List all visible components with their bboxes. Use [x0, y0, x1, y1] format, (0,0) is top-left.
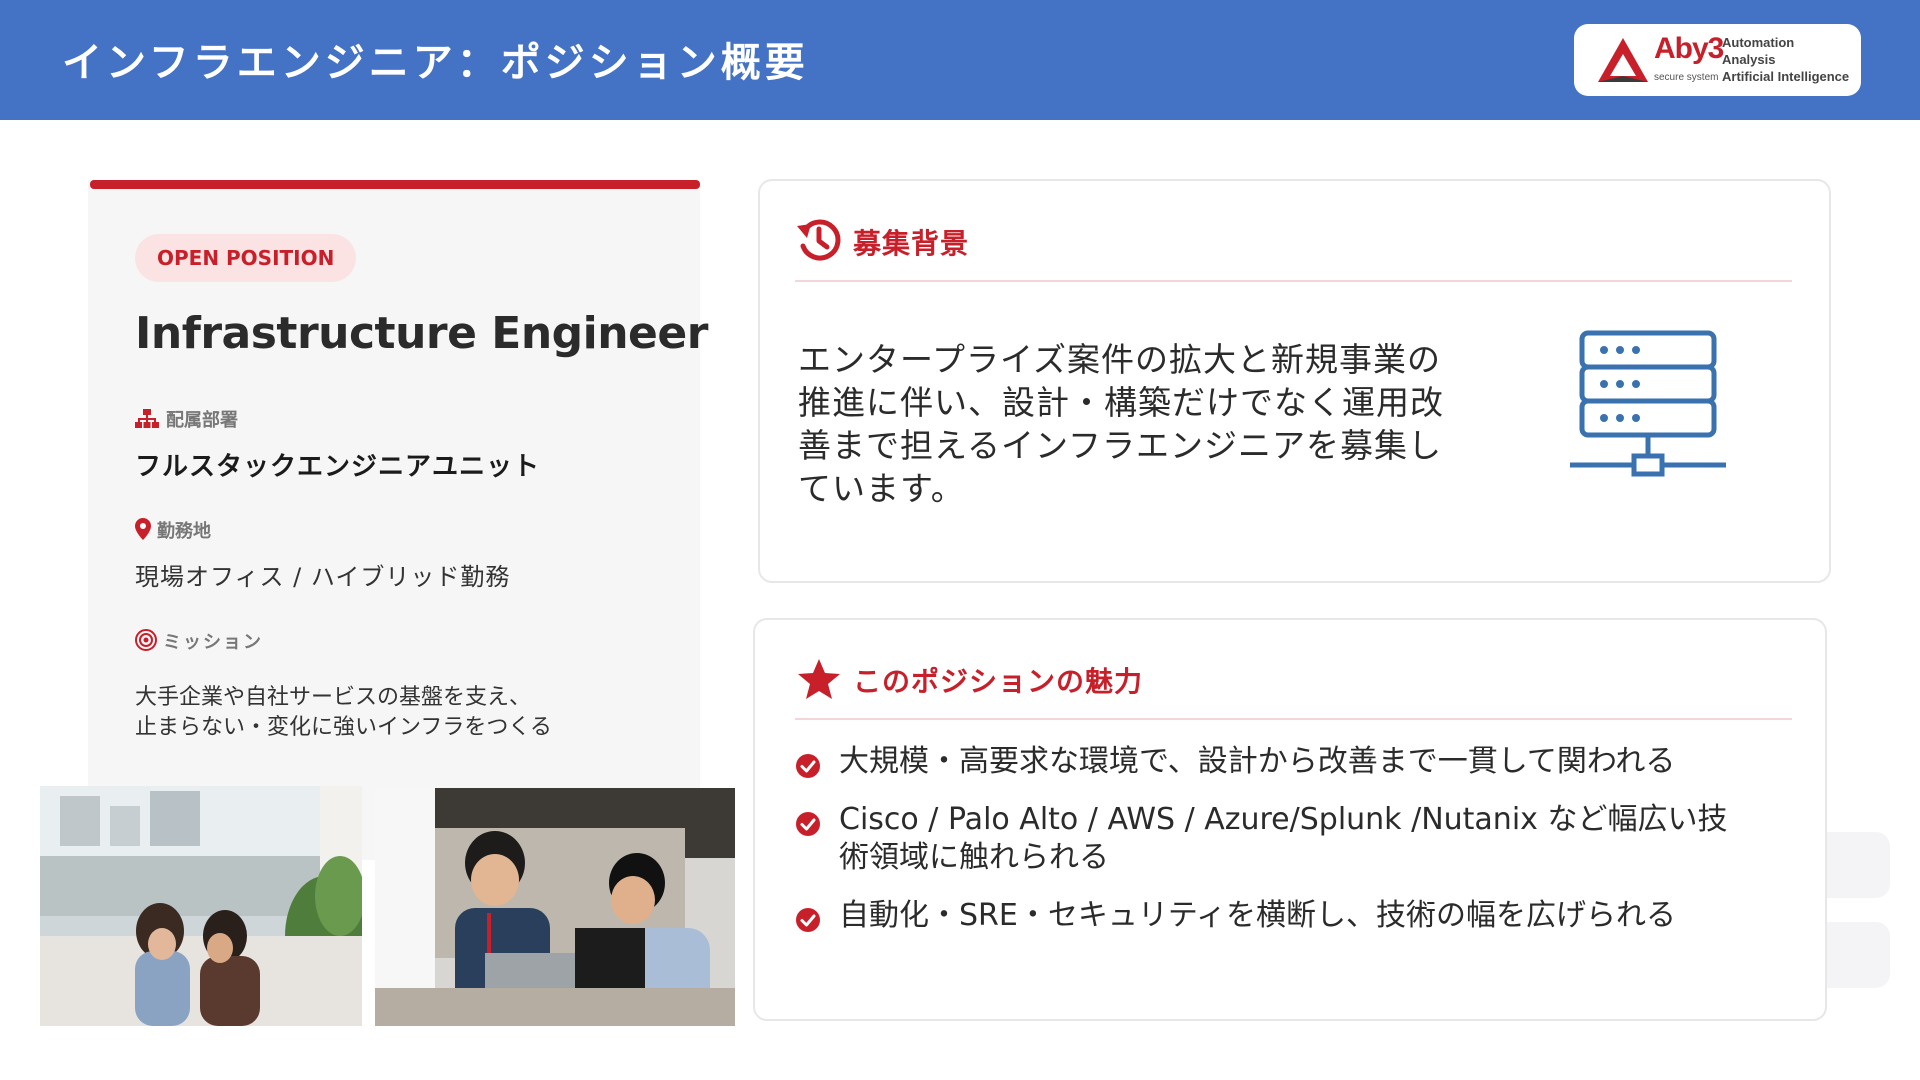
logo-brand-text: Aby3 — [1654, 32, 1724, 65]
team-photo-1 — [40, 786, 362, 1026]
appeal-item-line: Cisco / Palo Alto / AWS / Azure/Splunk /… — [839, 802, 1728, 837]
location-label: 勤務地 — [157, 521, 211, 542]
logo-triangle-icon — [1598, 38, 1648, 82]
background-line: 推進に伴い、設計・構築だけでなく運用改 — [798, 383, 1444, 422]
open-position-badge: OPEN POSITION — [135, 234, 357, 282]
appeal-card-title: このポジションの魅力 — [853, 665, 1144, 698]
team-photo-2 — [375, 788, 735, 1026]
star-icon — [798, 659, 840, 699]
background-card-body: エンタープライズ案件の拡大と新規事業の 推進に伴い、設計・構築だけでなく運用改 … — [798, 338, 1498, 510]
appeal-item-line: 大規模・高要求な環境で、設計から改善まで一貫して関われる — [839, 744, 1676, 779]
header-bar: インフラエンジニア：ポジション概要 Aby3 secure system Aut… — [0, 0, 1920, 120]
job-title: Infrastructure Engineer — [135, 308, 708, 359]
department-value: フルスタックエンジニアユニット — [135, 452, 541, 482]
page-title: インフラエンジニア：ポジション概要 — [62, 40, 809, 86]
location-pin-icon — [135, 518, 151, 540]
logo-tagline-line: Artificial Intelligence — [1722, 69, 1850, 84]
logo-tagline-line: Automation — [1722, 35, 1795, 50]
background-line: エンタープライズ案件の拡大と新規事業の — [798, 340, 1442, 379]
mission-line: 止まらない・変化に強いインフラをつくる — [135, 715, 552, 740]
logo-subtitle: secure system — [1654, 72, 1719, 83]
logo-tagline: Automation Analysis Artificial Intellige… — [1722, 34, 1849, 85]
mission-label: ミッション — [163, 632, 263, 653]
check-circle-icon — [796, 908, 820, 932]
appeal-item-line: 術領域に触れられる — [839, 840, 1109, 875]
company-logo: Aby3 secure system Automation Analysis A… — [1574, 24, 1861, 96]
logo-tagline-line: Analysis — [1722, 52, 1776, 67]
appeal-item-text: Cisco / Palo Alto / AWS / Azure/Splunk /… — [839, 801, 1727, 877]
background-card-divider — [795, 280, 1792, 282]
department-label: 配属部署 — [166, 410, 238, 431]
position-card-accent — [90, 180, 700, 189]
appeal-item-text: 自動化・SRE・セキュリティを横断し、技術の幅を広げられる — [839, 897, 1676, 935]
appeal-item-text: 大規模・高要求な環境で、設計から改善まで一貫して関われる — [839, 743, 1675, 781]
history-icon — [797, 219, 841, 261]
mission-value: 大手企業や自社サービスの基盤を支え、 止まらない・変化に強いインフラをつくる — [135, 683, 552, 743]
background-line: 善まで担えるインフラエンジニアを募集し — [798, 426, 1443, 465]
check-circle-icon — [796, 812, 820, 836]
mission-line: 大手企業や自社サービスの基盤を支え、 — [135, 685, 532, 710]
background-card-title: 募集背景 — [853, 227, 970, 260]
background-line: ています。 — [798, 469, 965, 508]
appeal-item-line: 自動化・SRE・セキュリティを横断し、技術の幅を広げられる — [839, 898, 1677, 933]
appeal-card-divider — [795, 718, 1792, 720]
check-circle-icon — [796, 754, 820, 778]
location-value: 現場オフィス / ハイブリッド勤務 — [135, 563, 511, 591]
target-icon — [135, 629, 157, 651]
server-network-icon — [1570, 330, 1726, 477]
org-chart-icon — [135, 409, 159, 428]
